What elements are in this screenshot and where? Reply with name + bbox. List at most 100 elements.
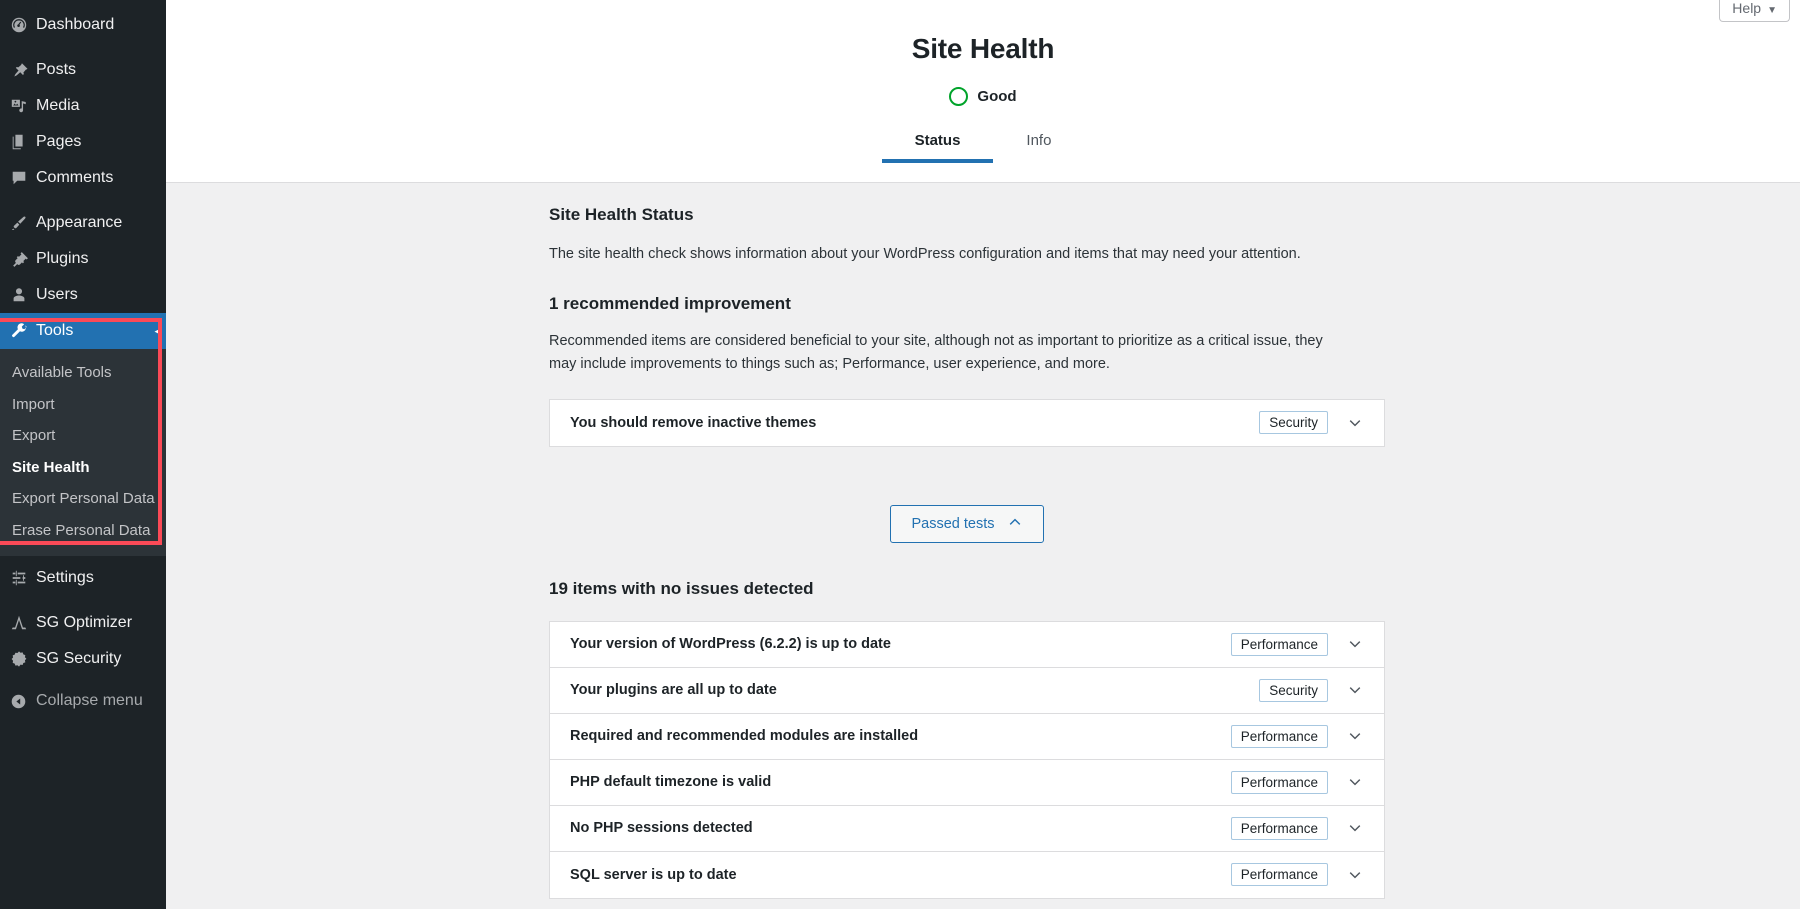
recommended-issues-list: You should remove inactive themes Securi… <box>549 399 1385 447</box>
sidebar-item-label: Media <box>36 98 80 114</box>
chevron-down-icon[interactable] <box>1342 631 1368 657</box>
sidebar-item-label: Posts <box>36 62 76 78</box>
passed-tests-label: Passed tests <box>911 516 994 532</box>
sidebar-item-sg-optimizer[interactable]: SG Optimizer <box>0 605 166 641</box>
chevron-down-icon[interactable] <box>1342 862 1368 888</box>
submenu-item-export[interactable]: Export <box>0 420 166 452</box>
comment-icon <box>10 168 36 188</box>
section-title-site-health-status: Site Health Status <box>549 205 1385 225</box>
status-badge: Performance <box>1231 817 1328 840</box>
sidebar-item-tools[interactable]: Tools ◂ <box>0 313 166 349</box>
sidebar-item-comments[interactable]: Comments <box>0 160 166 196</box>
submenu-item-export-personal-data[interactable]: Export Personal Data <box>0 483 166 515</box>
issue-row[interactable]: You should remove inactive themes Securi… <box>550 400 1384 446</box>
sidebar-item-users[interactable]: Users <box>0 277 166 313</box>
settings-icon <box>10 568 36 588</box>
issue-title: Your version of WordPress (6.2.2) is up … <box>570 636 1231 652</box>
chevron-up-icon <box>1007 514 1023 534</box>
issue-title: SQL server is up to date <box>570 867 1231 883</box>
sidebar-item-label: Pages <box>36 134 81 150</box>
page-title: Site Health <box>166 0 1800 65</box>
pin-icon <box>10 60 36 80</box>
chevron-left-icon: ◂ <box>154 325 160 338</box>
issue-title: Required and recommended modules are ins… <box>570 728 1231 744</box>
chevron-down-icon[interactable] <box>1342 769 1368 795</box>
chevron-down-icon: ▼ <box>1767 5 1777 16</box>
sidebar-item-appearance[interactable]: Appearance <box>0 205 166 241</box>
table-row[interactable]: PHP default timezone is valid Performanc… <box>550 760 1384 806</box>
status-badge: Performance <box>1231 863 1328 886</box>
chevron-down-icon[interactable] <box>1342 815 1368 841</box>
table-row[interactable]: Required and recommended modules are ins… <box>550 714 1384 760</box>
sidebar-item-pages[interactable]: Pages <box>0 124 166 160</box>
submenu-item-site-health[interactable]: Site Health <box>0 452 166 484</box>
user-icon <box>10 285 36 305</box>
sidebar-item-dashboard[interactable]: Dashboard <box>0 7 166 43</box>
sidebar-item-media[interactable]: Media <box>0 88 166 124</box>
tab-bar: Status Info <box>166 126 1800 163</box>
table-row[interactable]: No PHP sessions detected Performance <box>550 806 1384 852</box>
brush-icon <box>10 213 36 233</box>
submenu-item-erase-personal-data[interactable]: Erase Personal Data <box>0 515 166 547</box>
table-row[interactable]: Your plugins are all up to date Security <box>550 668 1384 714</box>
issue-title: PHP default timezone is valid <box>570 774 1231 790</box>
issue-title: Your plugins are all up to date <box>570 682 1259 698</box>
pages-icon <box>10 132 36 152</box>
passed-tests-button[interactable]: Passed tests <box>890 505 1043 543</box>
sidebar-item-posts[interactable]: Posts <box>0 52 166 88</box>
sidebar-item-label: Plugins <box>36 251 88 267</box>
status-circle-icon <box>949 87 968 106</box>
plug-icon <box>10 249 36 269</box>
status-badge: Performance <box>1231 771 1328 794</box>
dashboard-icon <box>10 15 36 35</box>
sidebar-separator <box>0 43 166 52</box>
sidebar-item-label: Dashboard <box>36 17 114 33</box>
status-badge: Security <box>1259 679 1328 702</box>
recommended-improvement-heading: 1 recommended improvement <box>549 294 1385 314</box>
content-area: Site Health Status The site health check… <box>166 183 1800 899</box>
sidebar-collapse-menu[interactable]: Collapse menu <box>0 683 166 719</box>
wrench-icon <box>10 321 36 341</box>
status-label: Good <box>977 88 1016 105</box>
chevron-down-icon[interactable] <box>1342 410 1368 436</box>
table-row[interactable]: Your version of WordPress (6.2.2) is up … <box>550 622 1384 668</box>
sidebar-item-label: SG Security <box>36 651 121 667</box>
status-badge: Performance <box>1231 633 1328 656</box>
sidebar-item-label: SG Optimizer <box>36 615 132 631</box>
sidebar-item-label: Users <box>36 287 78 303</box>
sidebar-item-label: Settings <box>36 570 94 586</box>
sidebar-separator <box>0 196 166 205</box>
wordpress-admin-screen: Dashboard Posts Media Pages Commen <box>0 0 1800 909</box>
media-icon <box>10 96 36 116</box>
admin-sidebar: Dashboard Posts Media Pages Commen <box>0 0 166 909</box>
submenu-item-available-tools[interactable]: Available Tools <box>0 357 166 389</box>
recommended-improvement-description: Recommended items are considered benefic… <box>549 330 1349 376</box>
passed-issues-list: Your version of WordPress (6.2.2) is up … <box>549 621 1385 899</box>
help-button-label: Help <box>1732 0 1761 16</box>
table-row[interactable]: SQL server is up to date Performance <box>550 852 1384 898</box>
tab-status[interactable]: Status <box>882 126 994 163</box>
section-description: The site health check shows information … <box>549 243 1385 266</box>
sidebar-item-settings[interactable]: Settings <box>0 560 166 596</box>
sg-optimizer-icon <box>10 613 36 633</box>
chevron-down-icon[interactable] <box>1342 723 1368 749</box>
issue-title: You should remove inactive themes <box>570 415 1259 431</box>
issue-title: No PHP sessions detected <box>570 820 1231 836</box>
passed-tests-toggle-wrap: Passed tests <box>549 505 1385 543</box>
status-badge: Performance <box>1231 725 1328 748</box>
sidebar-item-plugins[interactable]: Plugins <box>0 241 166 277</box>
main-content: Help ▼ Site Health Good Status Info Site… <box>166 0 1800 909</box>
passed-tests-heading: 19 items with no issues detected <box>549 579 1385 599</box>
tab-info[interactable]: Info <box>993 126 1084 163</box>
sidebar-item-label: Appearance <box>36 215 122 231</box>
sidebar-item-label: Comments <box>36 170 113 186</box>
health-status: Good <box>166 87 1800 106</box>
help-button[interactable]: Help ▼ <box>1719 0 1790 22</box>
sg-security-icon <box>10 649 36 669</box>
submenu-item-import[interactable]: Import <box>0 389 166 421</box>
chevron-down-icon[interactable] <box>1342 677 1368 703</box>
status-badge: Security <box>1259 411 1328 434</box>
sidebar-item-sg-security[interactable]: SG Security <box>0 641 166 677</box>
collapse-icon <box>10 691 36 711</box>
sidebar-item-label: Tools <box>36 323 73 339</box>
